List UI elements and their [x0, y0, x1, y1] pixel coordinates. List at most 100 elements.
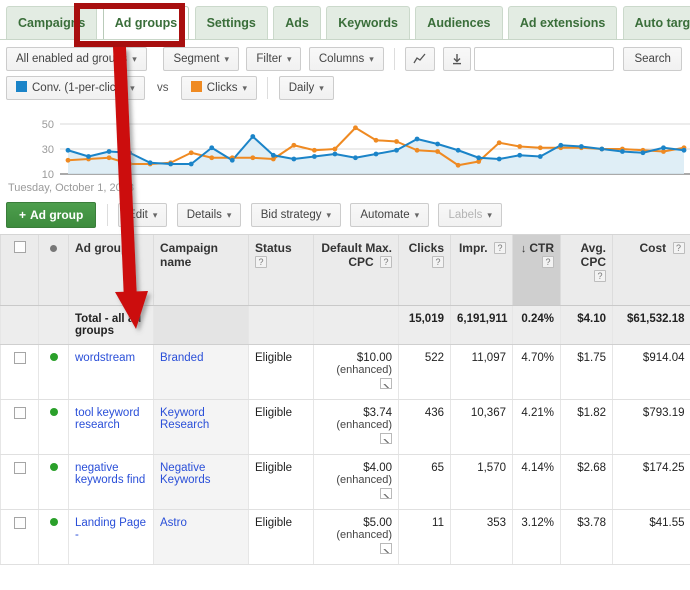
col-header-clicks-label: Clicks: [408, 241, 444, 255]
row-checkbox[interactable]: [13, 352, 26, 364]
col-header-avg-cpc-label: Avg. CPC: [580, 241, 606, 269]
campaign-link[interactable]: Keyword Research: [160, 407, 209, 431]
segment-label: Segment: [173, 53, 220, 65]
cell-campaign-name[interactable]: Keyword Research: [153, 399, 249, 455]
bid-strategy-dropdown[interactable]: Bid strategy ▾: [250, 203, 342, 227]
tab-ads[interactable]: Ads: [273, 6, 321, 39]
vs-label: vs: [156, 82, 169, 94]
cell-default-max-cpc[interactable]: $3.74 (enhanced): [313, 399, 399, 455]
table-row[interactable]: wordstream Branded Eligible $10.00 (enhanced…: [0, 344, 690, 400]
row-select-cell[interactable]: [0, 399, 39, 455]
filter-label: Filter: [256, 53, 282, 65]
row-checkbox[interactable]: [13, 407, 26, 419]
chevron-down-icon: ▾: [152, 210, 158, 220]
row-checkbox[interactable]: [13, 462, 26, 474]
tab-campaigns[interactable]: Campaigns: [6, 6, 98, 39]
cell-default-max-cpc[interactable]: $10.00 (enhanced): [313, 344, 399, 400]
row-checkbox[interactable]: [13, 517, 26, 529]
col-header-ad-group-label: Ad group: [75, 241, 129, 255]
campaign-link[interactable]: Astro: [160, 517, 187, 529]
help-icon[interactable]: ?: [594, 270, 606, 282]
toolbar-divider: [394, 48, 396, 70]
row-select-cell[interactable]: [0, 509, 39, 565]
automate-dropdown[interactable]: Automate ▾: [350, 203, 430, 227]
status-enabled-icon: [49, 408, 58, 416]
row-select-cell[interactable]: [0, 344, 39, 400]
tab-audiences[interactable]: Audiences: [415, 6, 503, 39]
primary-metric-dropdown[interactable]: Conv. (1-per-click) ▾: [6, 76, 145, 100]
cell-avg-cpc: $2.68: [560, 454, 613, 510]
filter-dropdown[interactable]: Filter ▾: [246, 47, 302, 71]
cell-default-max-cpc[interactable]: $4.00 (enhanced): [313, 454, 399, 510]
cell-default-max-cpc[interactable]: $5.00 (enhanced): [313, 509, 399, 565]
details-dropdown[interactable]: Details ▾: [176, 203, 242, 227]
col-header-ctr[interactable]: ↓ CTR ?: [512, 234, 561, 306]
campaign-link[interactable]: Negative Keywords: [160, 462, 211, 486]
cell-campaign-name[interactable]: Branded: [153, 344, 249, 400]
ad-group-link[interactable]: wordstream: [75, 352, 135, 364]
ad-group-link[interactable]: negative keywords find: [75, 462, 145, 486]
segment-dropdown[interactable]: Segment ▾: [163, 47, 240, 71]
search-input[interactable]: [474, 47, 615, 71]
tab-settings[interactable]: Settings: [194, 6, 268, 39]
cell-impressions: 353: [450, 509, 513, 565]
cell-cost: $41.55: [612, 509, 690, 565]
row-status-dot-cell: [38, 509, 69, 565]
bid-graph-icon[interactable]: [380, 488, 392, 499]
secondary-metric-dropdown[interactable]: Clicks ▾: [180, 76, 257, 100]
bid-graph-icon[interactable]: [380, 433, 392, 444]
select-all-checkbox[interactable]: [13, 241, 26, 253]
col-header-campaign-name[interactable]: Campaign name: [153, 234, 249, 306]
tab-keywords[interactable]: Keywords: [326, 6, 410, 39]
total-ad-group-label: Total - all ad groups: [68, 305, 154, 345]
cell-ad-group[interactable]: tool keyword research: [68, 399, 154, 455]
chevron-down-icon: ▾: [414, 210, 420, 220]
tab-ad-extensions[interactable]: Ad extensions: [507, 6, 618, 39]
automate-label: Automate: [360, 209, 410, 221]
table-row[interactable]: tool keyword research Keyword Research Eli…: [0, 399, 690, 455]
performance-chart[interactable]: 10 30 50 Tuesday, October 1, 2013: [0, 106, 690, 194]
total-campaign: [153, 305, 249, 345]
row-select-cell[interactable]: [0, 454, 39, 510]
help-icon[interactable]: ?: [494, 242, 506, 254]
ad-groups-table: Ad group Campaign name Status ? Default …: [0, 234, 690, 565]
cell-campaign-name[interactable]: Astro: [153, 509, 249, 565]
col-header-default-max-cpc[interactable]: Default Max. CPC ?: [313, 234, 399, 306]
help-icon[interactable]: ?: [380, 256, 392, 268]
line-chart-icon-button[interactable]: [405, 47, 436, 71]
campaign-link[interactable]: Branded: [160, 352, 203, 364]
search-button[interactable]: Search: [623, 47, 682, 71]
bid-graph-icon[interactable]: [380, 543, 392, 554]
labels-dropdown[interactable]: Labels ▾: [438, 203, 502, 227]
add-ad-group-button[interactable]: + Ad group: [6, 202, 97, 228]
columns-dropdown[interactable]: Columns ▾: [308, 47, 384, 71]
col-header-impr[interactable]: Impr. ?: [450, 234, 513, 306]
edit-dropdown[interactable]: Edit ▾: [118, 203, 168, 227]
cell-avg-cpc: $3.78: [560, 509, 613, 565]
col-header-clicks[interactable]: Clicks ?: [398, 234, 451, 306]
col-header-status[interactable]: Status ?: [248, 234, 314, 306]
col-header-avg-cpc[interactable]: Avg. CPC ?: [560, 234, 613, 306]
cell-ad-group[interactable]: wordstream: [68, 344, 154, 400]
tab-auto-targets[interactable]: Auto targets: [622, 6, 690, 39]
ad-group-link[interactable]: Landing Page -: [75, 517, 146, 541]
table-row[interactable]: Landing Page - Astro Eligible $5.00 (enhance…: [0, 509, 690, 565]
bid-graph-icon[interactable]: [380, 378, 392, 389]
ad-group-filter-dropdown[interactable]: All enabled ad groups ▾: [6, 47, 147, 71]
cell-ad-group[interactable]: negative keywords find: [68, 454, 154, 510]
granularity-dropdown[interactable]: Daily ▾: [278, 76, 334, 100]
total-max-cpc: [313, 305, 399, 345]
help-icon[interactable]: ?: [542, 256, 554, 268]
table-row[interactable]: negative keywords find Negative Keywords E…: [0, 454, 690, 510]
cell-ad-group[interactable]: Landing Page -: [68, 509, 154, 565]
cell-campaign-name[interactable]: Negative Keywords: [153, 454, 249, 510]
col-header-cost[interactable]: Cost ?: [612, 234, 690, 306]
select-all-header[interactable]: [0, 234, 39, 306]
download-icon-button[interactable]: [442, 47, 471, 71]
help-icon[interactable]: ?: [432, 256, 444, 268]
col-header-ad-group[interactable]: Ad group: [68, 234, 154, 306]
help-icon[interactable]: ?: [255, 256, 267, 268]
ad-group-link[interactable]: tool keyword research: [75, 407, 140, 431]
help-icon[interactable]: ?: [672, 242, 685, 254]
tab-ad-groups[interactable]: Ad groups: [102, 6, 190, 39]
